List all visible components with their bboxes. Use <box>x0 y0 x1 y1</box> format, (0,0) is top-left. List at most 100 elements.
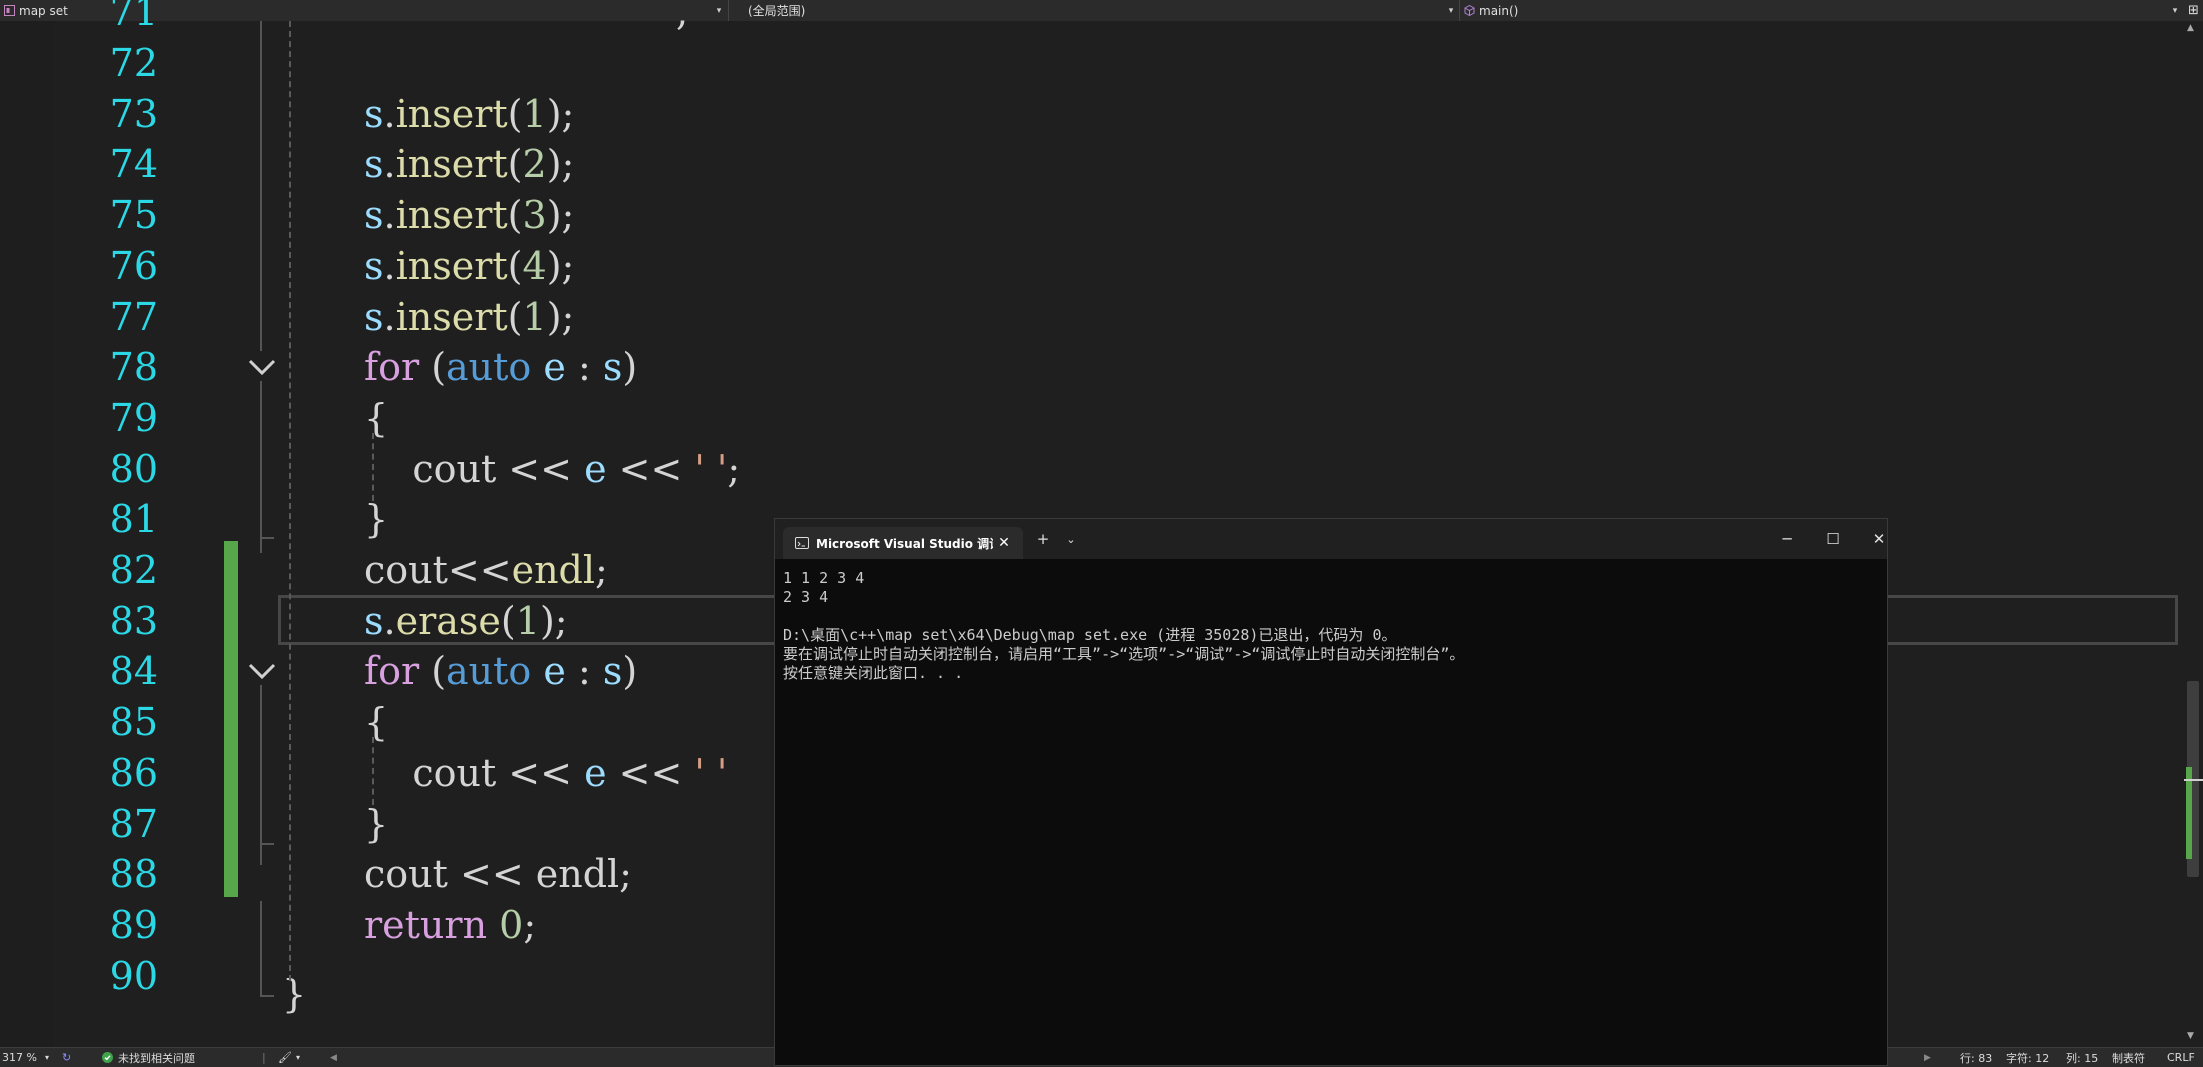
change-indicator-bar <box>224 541 238 897</box>
line-ending-indicator[interactable]: CRLF <box>2167 1048 2195 1067</box>
scroll-left-icon[interactable]: ◀ <box>330 1048 337 1067</box>
console-titlebar[interactable]: Microsoft Visual Studio 调试控制台 ✕ + ⌄ ─ ☐ … <box>775 519 1887 559</box>
code-token: ( <box>507 91 523 136</box>
minimize-button[interactable]: ─ <box>1773 525 1801 553</box>
chevron-down-icon: ▾ <box>44 1053 49 1062</box>
code-token: ); <box>546 193 575 238</box>
code-token: 2 <box>522 142 547 187</box>
line-number: 71 <box>109 0 158 34</box>
code-token: for <box>364 649 420 694</box>
line-number: 81 <box>109 497 158 542</box>
char-indicator[interactable]: 字符: 12 <box>2006 1048 2049 1067</box>
code-token: ); <box>546 91 575 136</box>
code-token: cout<< <box>364 548 512 592</box>
code-token: ' ' <box>694 446 728 491</box>
line-number: 90 <box>109 953 158 998</box>
vertical-scrollbar[interactable]: ▲ ▼ <box>2184 21 2203 1047</box>
closing-brace: } <box>282 972 307 1016</box>
code-line: 79 { <box>0 393 2180 444</box>
code-token: s <box>364 294 384 339</box>
scroll-up-icon[interactable]: ▲ <box>2187 23 2194 33</box>
brush-icon: 🖌 <box>278 1051 292 1064</box>
code-token: ) <box>622 345 638 390</box>
code-token: endl <box>511 548 596 592</box>
code-line: 71 , <box>0 0 2180 38</box>
code-text: s.insert(1); <box>364 89 574 140</box>
issues-indicator[interactable]: 未找到相关问题 <box>102 1048 195 1067</box>
collapse-chevron-icon[interactable] <box>244 349 280 385</box>
code-token: 4 <box>522 243 547 288</box>
code-text: , <box>676 0 689 34</box>
close-button[interactable]: ✕ <box>1865 525 1893 553</box>
code-line: 80 cout << e << ' '; <box>0 444 2180 495</box>
code-token: insert <box>395 193 508 238</box>
code-token: ( <box>419 649 447 694</box>
code-token: : <box>565 649 603 694</box>
maximize-button[interactable]: ☐ <box>1819 525 1847 553</box>
line-number: 77 <box>109 294 158 339</box>
caret-marker <box>2184 779 2203 781</box>
indent-indicator[interactable]: 制表符 <box>2112 1048 2145 1067</box>
code-token: << <box>606 446 695 491</box>
split-editor-icon[interactable]: ⊞ <box>2184 0 2203 21</box>
code-token: 1 <box>522 91 547 136</box>
intellicode-icon[interactable]: ↻ <box>62 1048 71 1067</box>
code-line: 76 s.insert(4); <box>0 241 2180 292</box>
code-token: s <box>364 193 384 238</box>
code-line: 73 s.insert(1); <box>0 89 2180 140</box>
debug-console-window[interactable]: Microsoft Visual Studio 调试控制台 ✕ + ⌄ ─ ☐ … <box>774 518 1888 1066</box>
line-indicator[interactable]: 行: 83 <box>1960 1048 1992 1067</box>
code-text: cout << e << ' '; <box>364 444 740 495</box>
line-number: 89 <box>109 902 158 947</box>
outline-guide <box>260 21 262 351</box>
new-tab-button[interactable]: + <box>1029 525 1057 553</box>
code-cleanup-button[interactable]: 🖌 ▾ <box>278 1048 300 1067</box>
code-text: cout<<endl; <box>364 545 608 596</box>
code-text: s.insert(4); <box>364 241 574 292</box>
code-token: ; <box>727 446 741 491</box>
outline-guide <box>260 685 262 865</box>
issues-text: 未找到相关问题 <box>118 1051 195 1065</box>
code-token: ' ' <box>694 750 728 795</box>
console-line: 要在调试停止时自动关闭控制台，请启用“工具”->“选项”->“调试”->“调试停… <box>783 645 1465 663</box>
code-token: : <box>565 345 603 390</box>
scroll-down-icon[interactable]: ▼ <box>2187 1031 2194 1041</box>
code-token: cout << <box>364 446 585 491</box>
code-token: s <box>602 345 623 390</box>
code-token: ( <box>419 345 447 390</box>
indent-guide <box>372 433 374 501</box>
code-token: insert <box>395 294 508 339</box>
collapse-chevron-icon[interactable] <box>244 653 280 689</box>
line-number: 80 <box>109 446 158 491</box>
code-token: e <box>543 649 566 694</box>
code-token: ( <box>507 193 523 238</box>
code-token: } <box>364 801 389 846</box>
zoom-dropdown[interactable]: 317 % ▾ <box>2 1048 49 1067</box>
console-output: 1 1 2 3 42 3 4 D:\桌面\c++\map set\x64\Debu… <box>783 569 1879 1059</box>
code-line: 77 s.insert(1); <box>0 292 2180 343</box>
chevron-down-icon[interactable]: ⌄ <box>1057 525 1085 553</box>
code-token: . <box>383 91 396 136</box>
code-text: cout << endl; <box>364 849 632 900</box>
terminal-icon <box>795 537 809 549</box>
line-number: 79 <box>109 395 158 440</box>
code-token: e <box>584 446 607 491</box>
console-tab[interactable]: Microsoft Visual Studio 调试控制台 ✕ <box>783 527 1023 559</box>
code-token: . <box>383 142 396 187</box>
code-token: auto <box>446 345 532 390</box>
scroll-right-icon[interactable]: ▶ <box>1924 1048 1931 1067</box>
code-token: e <box>584 750 607 795</box>
code-token: ); <box>546 243 575 288</box>
code-token: cout << endl; <box>364 852 632 897</box>
code-token: cout << <box>364 750 585 795</box>
column-indicator[interactable]: 列: 15 <box>2066 1048 2098 1067</box>
outline-guide <box>260 901 262 997</box>
code-line: 75 s.insert(3); <box>0 190 2180 241</box>
code-token: 1 <box>522 294 547 339</box>
close-tab-icon[interactable]: ✕ <box>993 532 1015 554</box>
line-number: 72 <box>109 41 158 85</box>
code-token: << <box>606 750 695 795</box>
